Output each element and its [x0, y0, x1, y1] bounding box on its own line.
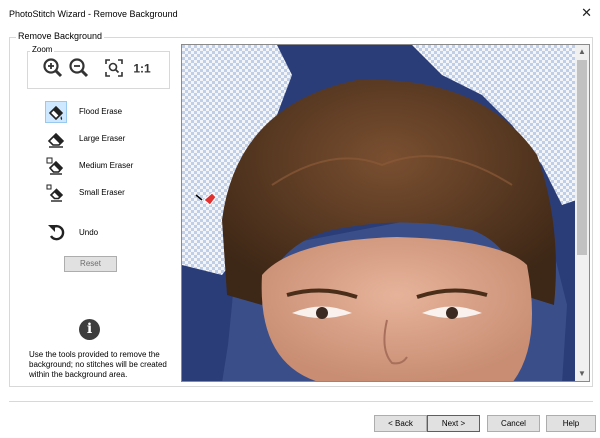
cancel-button[interactable]: Cancel: [487, 415, 540, 432]
close-icon[interactable]: ✕: [581, 5, 592, 21]
zoom-in-icon: [43, 58, 63, 78]
large-eraser-button[interactable]: [45, 128, 67, 150]
photo-canvas[interactable]: [181, 44, 590, 382]
zoom-in-button[interactable]: [41, 56, 63, 78]
window-title: PhotoStitch Wizard - Remove Background: [9, 9, 178, 19]
zoom-actual-size-button[interactable]: 1:1: [130, 56, 152, 78]
title-bar: PhotoStitch Wizard - Remove Background ✕: [0, 0, 600, 28]
zoom-out-icon: [69, 58, 89, 78]
help-button[interactable]: Help: [546, 415, 596, 432]
scroll-thumb[interactable]: [577, 60, 587, 255]
info-text: Use the tools provided to remove the bac…: [29, 350, 167, 379]
flood-erase-icon: [48, 105, 64, 121]
undo-button[interactable]: [45, 221, 67, 243]
zoom-fit-icon: [105, 59, 123, 77]
zoom-label: Zoom: [30, 45, 55, 54]
medium-eraser-icon: [46, 157, 64, 175]
medium-eraser-button[interactable]: [45, 155, 67, 177]
scroll-up-icon[interactable]: ▲: [575, 45, 589, 59]
undo-label: Undo: [79, 228, 99, 237]
photo-image: [182, 45, 589, 381]
info-icon: i: [79, 319, 100, 340]
zoom-fit-button[interactable]: [102, 56, 124, 78]
medium-eraser-label: Medium Eraser: [79, 161, 134, 170]
scroll-down-icon[interactable]: ▼: [575, 367, 589, 381]
zoom-actual-size-text: 1:1: [133, 62, 151, 76]
group-label: Remove Background: [16, 31, 105, 41]
large-eraser-icon: [47, 132, 65, 148]
small-eraser-label: Small Eraser: [79, 188, 125, 197]
small-eraser-icon: [46, 184, 64, 202]
flood-erase-label: Flood Erase: [79, 107, 123, 116]
footer-divider: [9, 401, 593, 402]
undo-icon: [48, 225, 65, 241]
next-button[interactable]: Next >: [427, 415, 480, 432]
large-eraser-label: Large Eraser: [79, 134, 126, 143]
flood-erase-button[interactable]: [45, 101, 67, 123]
small-eraser-button[interactable]: [45, 182, 67, 204]
reset-button[interactable]: Reset: [64, 256, 117, 272]
zoom-actual-size-icon: 1:1: [133, 62, 151, 76]
vertical-scrollbar[interactable]: ▲ ▼: [575, 45, 589, 381]
back-button[interactable]: < Back: [374, 415, 427, 432]
zoom-out-button[interactable]: [67, 56, 89, 78]
